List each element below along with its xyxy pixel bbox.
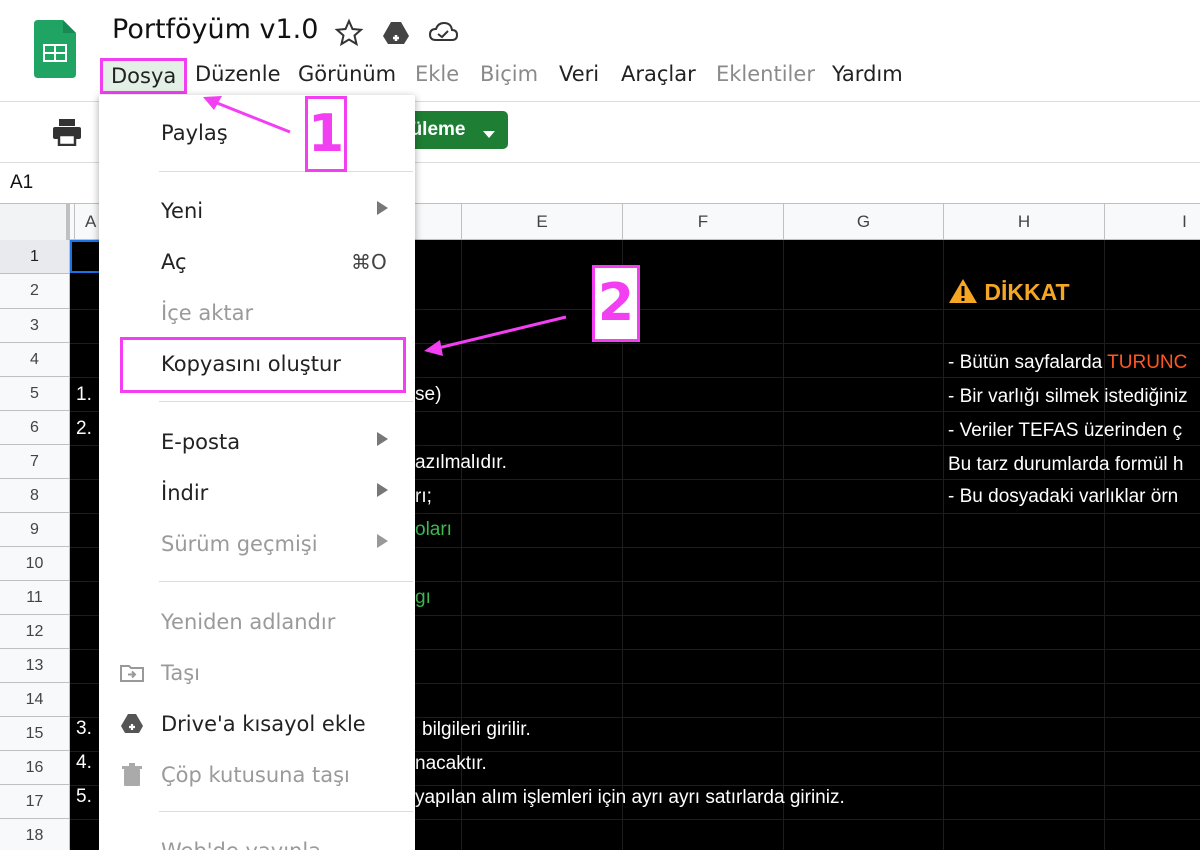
menu-item-indir[interactable]: İndir — [161, 481, 208, 505]
print-icon[interactable] — [52, 118, 82, 146]
selected-cell-a1[interactable] — [70, 240, 102, 273]
name-box[interactable]: A1 — [10, 172, 33, 194]
column-header-i[interactable]: I — [1104, 204, 1200, 240]
row-header[interactable]: 15 — [0, 717, 70, 751]
menu-dosya[interactable]: Dosya — [100, 58, 188, 94]
menu-bicim[interactable]: Biçim — [480, 62, 538, 86]
menu-item-ice-aktar[interactable]: İçe aktar — [161, 301, 253, 325]
cell-text-r11[interactable]: gı — [415, 587, 431, 609]
column-header-e[interactable]: E — [461, 204, 622, 240]
menu-yardim[interactable]: Yardım — [832, 62, 903, 86]
menu-item-cop-kutusu[interactable]: Çöp kutusuna taşı — [161, 763, 350, 787]
select-all-corner[interactable] — [0, 204, 70, 240]
submenu-arrow-icon — [377, 201, 388, 215]
row-header[interactable]: 3 — [0, 309, 70, 343]
cell-text-r7[interactable]: azılmalıdır. — [415, 452, 507, 474]
row-header[interactable]: 10 — [0, 547, 70, 581]
submenu-arrow-icon — [377, 432, 388, 446]
cell-a17[interactable]: 5. — [76, 786, 92, 808]
column-header-h[interactable]: H — [943, 204, 1104, 240]
menu-item-e-posta[interactable]: E-posta — [161, 430, 240, 454]
menu-separator — [159, 171, 413, 172]
menu-duzenle[interactable]: Düzenle — [195, 62, 281, 86]
row-header[interactable]: 16 — [0, 751, 70, 785]
cell-text-r5[interactable]: se) — [415, 384, 441, 406]
cell-h7[interactable]: Bu tarz durumlarda formül h — [948, 454, 1184, 476]
row-header[interactable]: 12 — [0, 615, 70, 649]
gridline — [943, 240, 944, 850]
cell-text-r16[interactable]: nacaktır. — [415, 753, 487, 775]
menu-separator — [159, 811, 413, 812]
menu-item-surum-gecmisi[interactable]: Sürüm geçmişi — [161, 532, 318, 556]
trash-icon — [122, 763, 142, 786]
cell-h4-orange-text: TURUNC — [1107, 352, 1188, 373]
menu-item-tasi[interactable]: Taşı — [161, 661, 200, 685]
cell-text-r17[interactable]: yapılan alım işlemleri için ayrı ayrı sa… — [415, 787, 845, 809]
shortcut-open: ⌘O — [351, 250, 387, 274]
warning-icon — [949, 279, 977, 303]
menu-item-ac[interactable]: Aç — [161, 250, 187, 274]
cell-a15[interactable]: 3. — [76, 718, 92, 740]
menu-separator — [159, 581, 413, 582]
caret-down-icon — [483, 131, 495, 138]
submenu-arrow-icon — [377, 483, 388, 497]
cell-a5[interactable]: 1. — [76, 384, 92, 406]
cell-h8[interactable]: - Bu dosyadaki varlıklar örn — [948, 486, 1178, 508]
row-header[interactable]: 13 — [0, 649, 70, 683]
menu-item-kopyasini-olustur[interactable]: Kopyasını oluştur — [161, 352, 341, 376]
menu-eklentiler[interactable]: Eklentiler — [716, 62, 815, 86]
gridline — [1104, 240, 1105, 850]
row-header[interactable]: 1 — [0, 240, 70, 274]
menu-separator — [159, 401, 413, 402]
column-header-f[interactable]: F — [622, 204, 783, 240]
drive-shortcut-icon — [121, 714, 143, 733]
row-header[interactable]: 5 — [0, 377, 70, 411]
row-header[interactable]: 8 — [0, 479, 70, 513]
menu-item-yeniden-adlandir[interactable]: Yeniden adlandır — [161, 610, 335, 634]
file-menu-dropdown: Paylaş Yeni Aç ⌘O İçe aktar Kopyasını ol… — [99, 95, 415, 850]
menu-item-paylas[interactable]: Paylaş — [161, 121, 228, 145]
menu-item-drive-kisayol[interactable]: Drive'a kısayol ekle — [161, 712, 366, 736]
submenu-arrow-icon — [377, 534, 388, 548]
star-icon[interactable] — [334, 18, 364, 48]
menu-item-webde-yayinla[interactable]: Web'de yayınla — [161, 839, 321, 850]
cell-h6[interactable]: - Veriler TEFAS üzerinden ç — [948, 420, 1182, 442]
cell-h4-text: - Bütün sayfalarda — [948, 352, 1108, 373]
cell-a16[interactable]: 4. — [76, 752, 92, 774]
gridline — [783, 240, 784, 850]
sheets-logo-icon[interactable] — [34, 20, 76, 78]
menu-araclar[interactable]: Araçlar — [621, 62, 696, 86]
cell-h4[interactable]: - Bütün sayfalarda TURUNC — [948, 352, 1187, 374]
row-header[interactable]: 2 — [0, 274, 70, 309]
drive-move-icon[interactable] — [381, 18, 411, 48]
row-header[interactable]: 9 — [0, 513, 70, 547]
menu-item-yeni[interactable]: Yeni — [161, 199, 203, 223]
menu-ekle[interactable]: Ekle — [415, 62, 459, 86]
cell-a6[interactable]: 2. — [76, 418, 92, 440]
menu-veri[interactable]: Veri — [559, 62, 599, 86]
document-title[interactable]: Portföyüm v1.0 — [112, 14, 318, 45]
step-1-label: 1 — [305, 96, 347, 172]
row-header[interactable]: 7 — [0, 445, 70, 479]
row-header[interactable]: 4 — [0, 343, 70, 377]
menu-gorunum[interactable]: Görünüm — [298, 62, 396, 86]
step-2-label: 2 — [592, 265, 640, 342]
column-header-g[interactable]: G — [783, 204, 943, 240]
row-header[interactable]: 14 — [0, 683, 70, 717]
warning-heading[interactable]: DİKKAT — [948, 278, 1070, 306]
row-header[interactable]: 17 — [0, 785, 70, 819]
row-header[interactable]: 11 — [0, 581, 70, 615]
row-header[interactable]: 6 — [0, 411, 70, 445]
cloud-status-icon[interactable] — [428, 18, 458, 48]
cell-text-r8[interactable]: rı; — [415, 486, 432, 508]
folder-move-icon — [120, 665, 144, 682]
sheets-window: Portföyüm v1.0 Dosya Düzenle Görünüm Ekl… — [0, 0, 1200, 850]
cell-text-r15[interactable]: bilgileri girilir. — [422, 719, 531, 741]
row-header[interactable]: 18 — [0, 819, 70, 850]
cell-h5[interactable]: - Bir varlığı silmek istediğiniz — [948, 386, 1188, 408]
cell-text-r9[interactable]: oları — [415, 519, 452, 541]
warning-title-text: DİKKAT — [984, 279, 1070, 305]
